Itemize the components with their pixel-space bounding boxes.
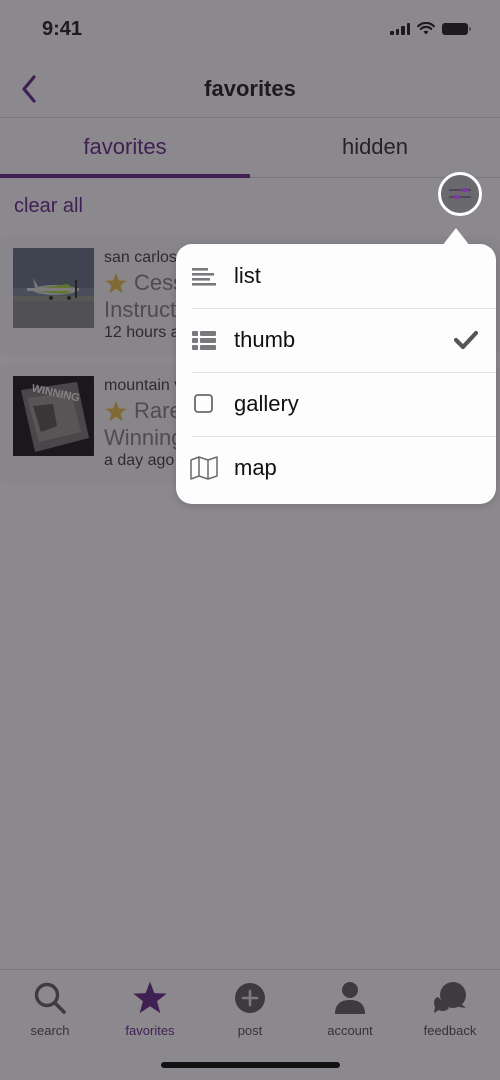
- menu-item-label: map: [234, 455, 277, 480]
- menu-item-label: gallery: [234, 391, 299, 416]
- menu-item-label: thumb: [234, 327, 296, 352]
- checkmark-icon: [454, 330, 478, 350]
- menu-item-gallery[interactable]: gallery: [176, 372, 496, 436]
- dim-overlay[interactable]: [0, 0, 500, 1080]
- map-icon: [190, 456, 218, 480]
- menu-item-label: list: [234, 263, 261, 288]
- menu-item-thumb[interactable]: thumb: [176, 308, 496, 372]
- view-options-button[interactable]: [438, 172, 482, 216]
- menu-item-map[interactable]: map: [176, 436, 496, 500]
- view-mode-menu: list thumb gallery map: [176, 228, 496, 504]
- home-indicator: [161, 1062, 340, 1068]
- square-icon: [194, 394, 213, 413]
- sliders-icon: [449, 188, 471, 199]
- thumb-list-icon: [192, 331, 216, 350]
- list-lines-icon: [192, 268, 216, 286]
- menu-item-list[interactable]: list: [176, 244, 496, 308]
